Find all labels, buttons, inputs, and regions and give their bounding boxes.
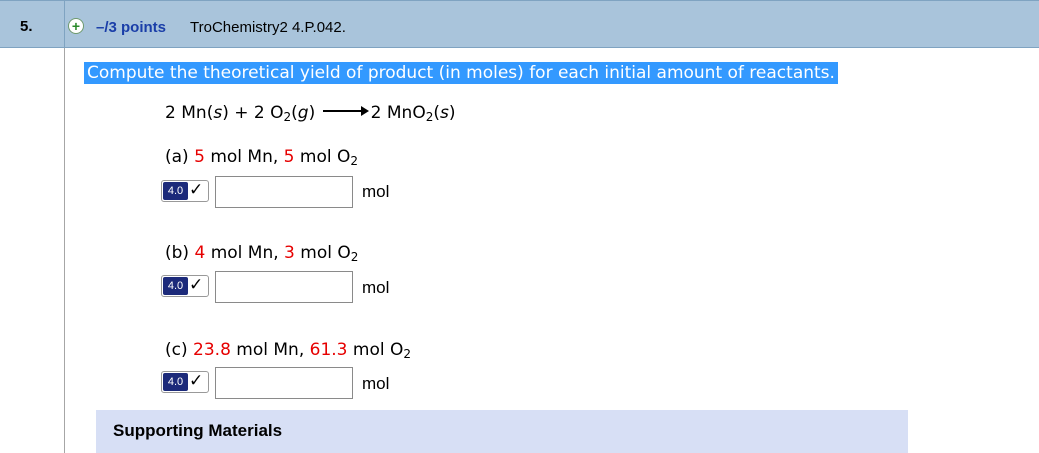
question-header: 5. + –/3 points TroChemistry2 4.P.042. <box>0 0 1039 49</box>
version-badge[interactable]: 4.0 ✓ <box>161 180 209 202</box>
chemical-equation: 2 Mn(s) + 2 O2(g) 2 MnO2(s) <box>165 103 456 124</box>
version-badge[interactable]: 4.0 ✓ <box>161 275 209 297</box>
part-b-givens: (b) 4 mol Mn, 3 mol O2 <box>165 243 359 264</box>
header-divider <box>64 1 65 49</box>
question-source: TroChemistry2 4.P.042. <box>190 19 346 36</box>
question-prompt: Compute the theoretical yield of product… <box>84 62 838 84</box>
checkmark-icon: ✓ <box>189 275 204 295</box>
part-c-unit: mol <box>362 374 390 393</box>
part-c-answer-input[interactable] <box>215 367 353 399</box>
part-a-givens: (a) 5 mol Mn, 5 mol O2 <box>165 147 359 168</box>
part-a-answer-input[interactable] <box>215 176 353 208</box>
part-a-unit: mol <box>362 182 390 201</box>
left-divider <box>64 48 65 453</box>
plus-circle-icon[interactable]: + <box>68 18 84 34</box>
points-label: –/3 points <box>96 19 167 36</box>
question-number: 5. <box>20 18 33 35</box>
part-c-givens: (c) 23.8 mol Mn, 61.3 mol O2 <box>165 340 412 361</box>
part-b-unit: mol <box>362 278 390 297</box>
supporting-materials-panel[interactable]: Supporting Materials <box>96 410 908 453</box>
checkmark-icon: ✓ <box>189 371 204 391</box>
part-b-answer-input[interactable] <box>215 271 353 303</box>
reaction-arrow-icon <box>322 106 369 116</box>
version-badge[interactable]: 4.0 ✓ <box>161 371 209 393</box>
supporting-materials-heading: Supporting Materials <box>113 421 283 440</box>
checkmark-icon: ✓ <box>189 180 204 200</box>
